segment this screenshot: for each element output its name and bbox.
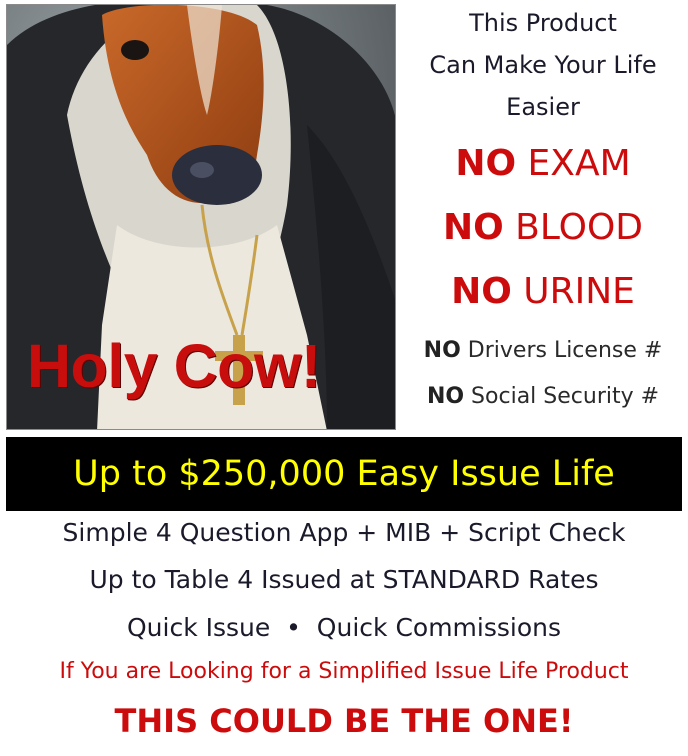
- no-social-security: NO Social Security #: [398, 374, 688, 420]
- detail-line-1: Simple 4 Question App + MIB + Script Che…: [62, 518, 626, 547]
- no-blood-text: BLOOD: [503, 207, 644, 248]
- no-social-security-bold: NO: [426, 384, 465, 409]
- holy-cow-overlay: Holy Cow!: [27, 332, 321, 400]
- cow-nun-photo: Holy Cow!: [6, 4, 396, 430]
- looking-for-line: If You are Looking for a Simplified Issu…: [59, 659, 629, 684]
- this-could-be-the-one: THIS COULD BE THE ONE!: [114, 702, 574, 740]
- no-drivers-license-bold: NO: [423, 338, 461, 363]
- no-drivers-license-text: Drivers License #: [460, 338, 663, 363]
- no-blood: NO BLOOD: [398, 196, 688, 260]
- detail-line-2: Up to Table 4 Issued at STANDARD Rates: [89, 565, 599, 594]
- no-exam: NO EXAM: [398, 132, 688, 196]
- offer-banner: Up to $250,000 Easy Issue Life: [6, 437, 682, 511]
- no-urine: NO URINE: [398, 260, 688, 324]
- headline-line-1: This Product: [469, 9, 617, 37]
- no-urine-bold: NO: [451, 271, 512, 312]
- headline-column: This Product Can Make Your Life Easier N…: [398, 0, 688, 420]
- no-exam-text: EXAM: [516, 143, 631, 184]
- headline-line-3: Easier: [506, 93, 580, 121]
- no-urine-text: URINE: [511, 271, 635, 312]
- no-drivers-license: NO Drivers License #: [398, 328, 688, 374]
- no-exam-bold: NO: [455, 143, 517, 184]
- offer-banner-text: Up to $250,000 Easy Issue Life: [73, 454, 615, 494]
- no-blood-bold: NO: [442, 207, 504, 248]
- no-social-security-text: Social Security #: [464, 384, 660, 409]
- headline-line-2: Can Make Your Life: [429, 51, 657, 79]
- detail-line-3: Quick Issue • Quick Commissions: [126, 613, 562, 642]
